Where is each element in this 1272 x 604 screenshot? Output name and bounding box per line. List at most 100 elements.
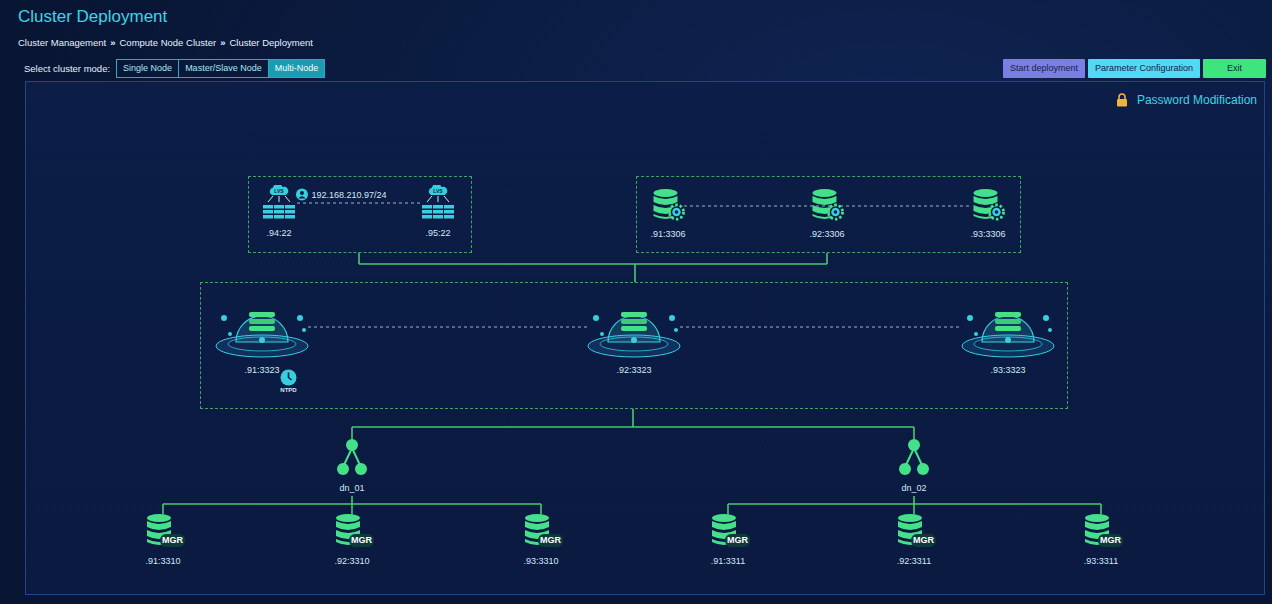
breadcrumb-item[interactable]: Compute Node Cluster xyxy=(119,37,216,49)
shard-tree-icon xyxy=(898,438,930,476)
action-button[interactable]: Exit xyxy=(1203,59,1266,78)
connector-line xyxy=(351,427,353,439)
compute-node[interactable]: .92:3323 xyxy=(586,296,682,376)
data-node-name: dn_01 xyxy=(339,483,364,494)
connector-line xyxy=(684,206,972,207)
mode-button[interactable]: Single Node xyxy=(116,59,179,78)
connector-line xyxy=(913,427,915,439)
compute-node-icon xyxy=(586,296,682,358)
mgr-database-icon: MGR xyxy=(523,513,559,549)
mgr-replica-node[interactable]: MGR .91:3310 xyxy=(145,513,181,567)
shard-tree-icon xyxy=(336,438,368,476)
mgr-replica-node[interactable]: MGR .93:3310 xyxy=(523,513,559,567)
data-node[interactable]: dn_02 xyxy=(898,438,930,494)
mgr-badge: MGR xyxy=(911,534,936,547)
mgr-database-icon: MGR xyxy=(896,513,932,549)
node-label: .92:3323 xyxy=(616,365,651,376)
mode-label: Select cluster mode: xyxy=(24,63,110,74)
mgr-badge: MGR xyxy=(349,534,374,547)
lvs-node[interactable]: LVS .95:22 xyxy=(420,185,456,239)
connector-line xyxy=(540,504,542,514)
clock-icon xyxy=(280,369,297,386)
breadcrumb-item[interactable]: Cluster Deployment xyxy=(229,37,312,49)
node-label: .91:3310 xyxy=(145,556,180,567)
action-button[interactable]: Parameter Configuration xyxy=(1088,59,1200,78)
node-label: .92:3311 xyxy=(897,556,931,567)
connector-line xyxy=(351,504,353,514)
connector-line xyxy=(352,426,914,428)
toolbar: Select cluster mode: Single NodeMaster/Sl… xyxy=(24,58,1266,78)
connector-line xyxy=(632,409,634,427)
mgr-database-icon: MGR xyxy=(145,513,181,549)
lvs-node[interactable]: LVS .94:22 xyxy=(261,185,297,239)
meta-db-node[interactable]: .93:3306 xyxy=(970,188,1005,240)
lvs-icon: LVS xyxy=(261,185,297,221)
connector-line xyxy=(297,203,420,204)
lvs-icon: LVS xyxy=(420,185,456,221)
connector-line xyxy=(913,504,915,514)
compute-node[interactable]: .91:3323NTPD xyxy=(214,296,310,376)
node-label: .93:3306 xyxy=(970,229,1005,240)
mgr-database-icon: MGR xyxy=(710,513,746,549)
data-node[interactable]: dn_01 xyxy=(336,438,368,494)
compute-node[interactable]: .93:3323 xyxy=(960,296,1056,376)
mode-button-group: Single NodeMaster/Slave NodeMulti-Node xyxy=(116,59,325,78)
connector-line xyxy=(351,496,353,504)
connector-line xyxy=(162,504,164,514)
breadcrumb-separator: » xyxy=(220,37,225,49)
connector-line xyxy=(308,327,588,328)
mgr-replica-node[interactable]: MGR .92:3311 xyxy=(896,513,932,567)
action-buttons: Start deploymentParameter ConfigurationE… xyxy=(1003,59,1266,78)
password-modification-link[interactable]: Password Modification xyxy=(1116,93,1257,107)
node-label: .94:22 xyxy=(266,228,291,239)
node-label: .91:3311 xyxy=(711,556,745,567)
mgr-badge: MGR xyxy=(725,534,750,547)
data-node-name: dn_02 xyxy=(901,483,926,494)
node-label: .93:3323 xyxy=(990,365,1025,376)
mode-button[interactable]: Master/Slave Node xyxy=(179,59,269,78)
node-label: .92:3306 xyxy=(809,229,844,240)
connector-line xyxy=(634,264,636,282)
connector-line xyxy=(727,504,729,514)
connector-line xyxy=(826,253,828,264)
breadcrumb-separator: » xyxy=(110,37,115,49)
connector-line xyxy=(680,327,962,328)
lock-icon xyxy=(1116,93,1128,107)
lvs-badge: LVS xyxy=(272,188,286,194)
database-gear-icon xyxy=(651,188,685,222)
database-gear-icon xyxy=(810,188,844,222)
mgr-replica-node[interactable]: MGR .92:3310 xyxy=(334,513,370,567)
connector-line xyxy=(358,253,360,264)
mgr-badge: MGR xyxy=(1098,534,1123,547)
node-label: .93:3310 xyxy=(523,556,558,567)
mgr-database-icon: MGR xyxy=(1083,513,1119,549)
vip-icon xyxy=(295,188,308,201)
ntpd-badge: NTPD xyxy=(280,369,297,394)
page-title: Cluster Deployment xyxy=(18,7,1272,27)
mgr-badge: MGR xyxy=(160,534,185,547)
node-label: .95:22 xyxy=(425,228,450,239)
compute-node-icon xyxy=(214,296,310,358)
cluster-deployment-page: Cluster Deployment Cluster Management » Com… xyxy=(0,0,1272,604)
mgr-badge: MGR xyxy=(538,534,563,547)
deployment-canvas: Password Modification192.168.210.97/24LV… xyxy=(25,81,1265,595)
breadcrumb-item[interactable]: Cluster Management xyxy=(18,37,106,49)
connector-line xyxy=(913,496,915,504)
mode-button[interactable]: Multi-Node xyxy=(269,59,326,78)
database-gear-icon xyxy=(971,188,1005,222)
compute-node-icon xyxy=(960,296,1056,358)
node-label: .93:3311 xyxy=(1084,556,1118,567)
mode-selector: Select cluster mode: Single NodeMaster/Sl… xyxy=(24,59,325,78)
meta-db-node[interactable]: .91:3306 xyxy=(650,188,685,240)
connector-line xyxy=(359,263,827,265)
mgr-database-icon: MGR xyxy=(334,513,370,549)
mgr-replica-node[interactable]: MGR .91:3311 xyxy=(710,513,746,567)
lvs-badge: LVS xyxy=(431,188,445,194)
vip-address: 192.168.210.97/24 xyxy=(293,188,388,201)
node-label: .92:3310 xyxy=(334,556,369,567)
action-button[interactable]: Start deployment xyxy=(1003,59,1085,78)
node-label: .91:3306 xyxy=(650,229,685,240)
mgr-replica-node[interactable]: MGR .93:3311 xyxy=(1083,513,1119,567)
meta-db-node[interactable]: .92:3306 xyxy=(809,188,844,240)
breadcrumb: Cluster Management » Compute Node Cluster »… xyxy=(18,37,1272,49)
